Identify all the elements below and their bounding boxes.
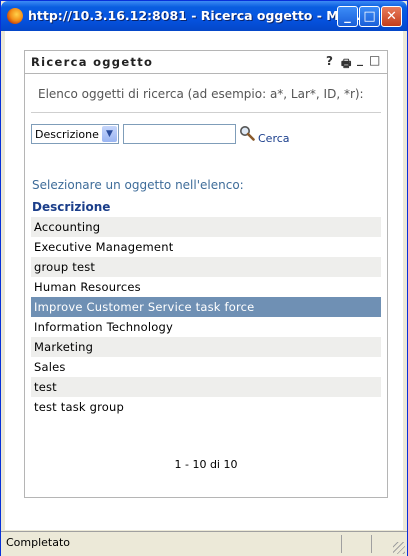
panel-title: Ricerca oggetto	[31, 55, 154, 69]
search-icon[interactable]	[239, 125, 255, 141]
divider	[31, 112, 381, 113]
list-item[interactable]: Accounting	[31, 217, 381, 237]
list-item[interactable]: Sales	[31, 357, 381, 377]
panel-maximize-icon[interactable]: □	[369, 53, 380, 67]
browser-window: http://10.3.16.12:8081 - Ricerca oggetto…	[0, 0, 408, 556]
search-input[interactable]	[123, 124, 236, 144]
window-title: http://10.3.16.12:8081 - Ricerca oggetto…	[28, 8, 362, 23]
status-bar: Completato	[1, 531, 407, 556]
list-item[interactable]: group test	[31, 257, 381, 277]
search-panel: Ricerca oggetto ? 🖶 _ □ Elenco oggetti d…	[24, 50, 388, 498]
print-icon[interactable]: 🖶	[341, 55, 351, 74]
close-window-button[interactable]: ✕	[381, 6, 402, 27]
maximize-window-button[interactable]: □	[359, 6, 380, 27]
panel-minimize-icon[interactable]: _	[357, 52, 363, 66]
panel-header: Ricerca oggetto ? 🖶 _ □	[25, 51, 387, 74]
search-hint: Elenco oggetti di ricerca (ad esempio: a…	[38, 87, 364, 101]
page-content: Ricerca oggetto ? 🖶 _ □ Elenco oggetti d…	[5, 31, 403, 530]
results-instruction: Selezionare un oggetto nell'elenco:	[32, 178, 244, 192]
status-divider	[371, 535, 372, 553]
list-item[interactable]: test	[31, 377, 381, 397]
list-item[interactable]: Marketing	[31, 337, 381, 357]
firefox-icon	[7, 8, 23, 24]
list-item-selected[interactable]: Improve Customer Service task force	[31, 297, 381, 317]
list-item[interactable]: Human Resources	[31, 277, 381, 297]
help-icon[interactable]: ?	[326, 54, 333, 68]
list-item[interactable]: Information Technology	[31, 317, 381, 337]
column-header-description[interactable]: Descrizione	[32, 200, 110, 214]
results-list: Accounting Executive Management group te…	[31, 217, 381, 417]
chevron-down-icon[interactable]: ▼	[102, 126, 117, 142]
status-text: Completato	[6, 536, 71, 549]
search-button[interactable]: Cerca	[258, 132, 290, 145]
search-field-value: Descrizione	[35, 128, 99, 141]
resize-grip-icon[interactable]	[393, 542, 405, 554]
pagination-info: 1 - 10 di 10	[174, 458, 238, 471]
title-bar[interactable]: http://10.3.16.12:8081 - Ricerca oggetto…	[1, 1, 407, 31]
search-field-select[interactable]: Descrizione ▼	[31, 124, 119, 144]
list-item[interactable]: test task group	[31, 397, 381, 417]
list-item[interactable]: Executive Management	[31, 237, 381, 257]
status-divider	[341, 535, 342, 553]
minimize-window-button[interactable]: _	[337, 6, 358, 27]
